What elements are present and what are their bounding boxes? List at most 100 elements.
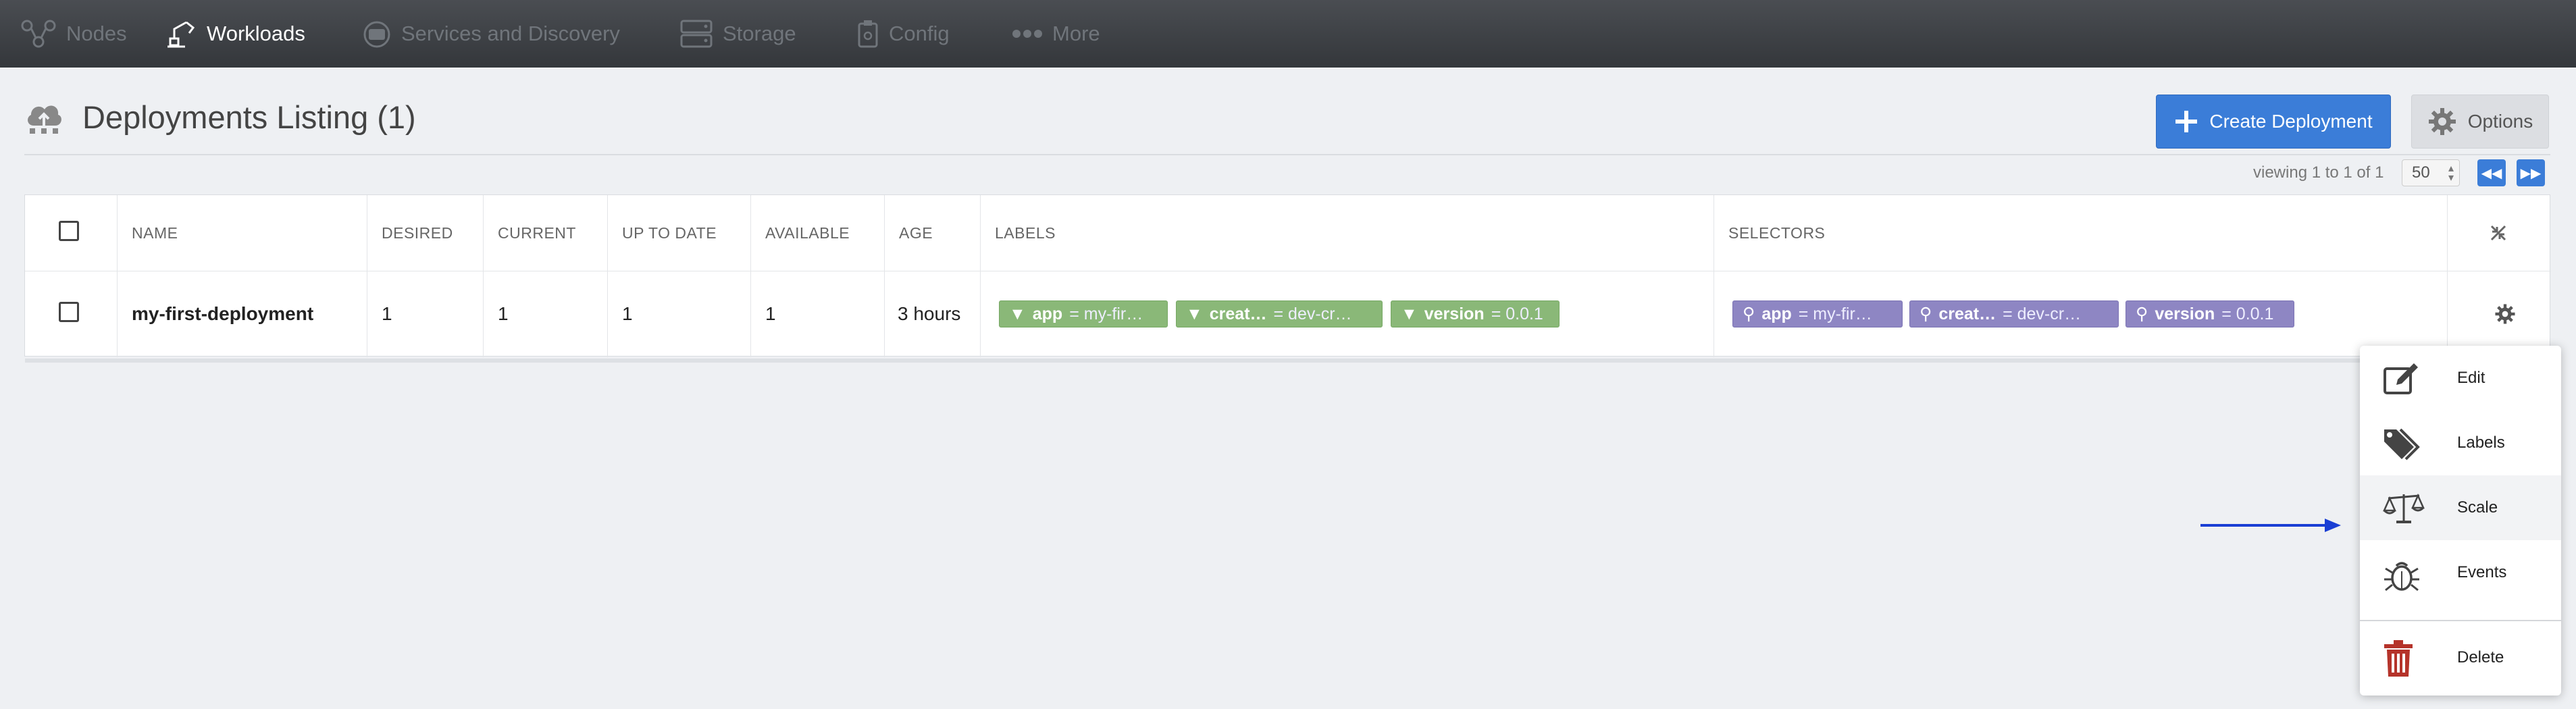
menu-divider: [2360, 620, 2561, 621]
row-actions-gear-icon[interactable]: [2494, 303, 2516, 325]
column-divider: [884, 195, 885, 357]
scale-balance-icon: [2383, 493, 2425, 523]
filter-icon: ▼: [1009, 304, 1026, 323]
deployment-cloud-icon: [28, 105, 61, 134]
menu-label: Delete: [2457, 648, 2504, 666]
cell-up-to-date: 1: [622, 303, 633, 324]
filter-icon: ▼: [1401, 304, 1418, 323]
row-actions-menu: Edit Labels Scale Events Delete: [2360, 346, 2561, 695]
cell-current: 1: [498, 303, 509, 324]
collapse-columns-button[interactable]: [2489, 195, 2508, 271]
storage-icon: [680, 20, 713, 48]
more-icon: [1012, 30, 1042, 38]
cell-available: 1: [765, 303, 776, 324]
table-bottom-edge: [25, 359, 2551, 363]
label-tag[interactable]: ▼ version = 0.0.1: [1391, 300, 1560, 327]
selector-tag[interactable]: ⚲ version = 0.0.1: [2126, 300, 2294, 327]
double-right-icon: ▶▶: [2520, 165, 2542, 181]
tag-value: = my-fir…: [1798, 304, 1872, 323]
filter-icon: ▼: [1186, 304, 1203, 323]
deployment-name-link[interactable]: my-first-deployment: [132, 271, 313, 357]
label-tag[interactable]: ▼ app = my-fir…: [999, 300, 1168, 327]
column-divider: [607, 195, 608, 357]
services-icon: [363, 21, 390, 48]
menu-label: Labels: [2457, 434, 2505, 452]
column-header-labels[interactable]: LABELS: [995, 195, 1056, 271]
menu-item-events[interactable]: Events: [2360, 540, 2561, 605]
nav-item-nodes[interactable]: Nodes: [20, 0, 127, 68]
nav-item-config[interactable]: Config: [856, 0, 950, 68]
per-page-select[interactable]: 50 ▴ ▾: [2402, 159, 2460, 186]
column-header-age[interactable]: AGE: [899, 195, 933, 271]
nav-item-more[interactable]: More: [1012, 0, 1100, 68]
menu-label: Scale: [2457, 498, 2498, 517]
pagination-status: viewing 1 to 1 of 1: [2253, 163, 2384, 182]
column-header-selectors[interactable]: SELECTORS: [1728, 195, 1825, 271]
tag-key: version: [2155, 304, 2215, 323]
nav-label: More: [1052, 22, 1100, 45]
tag-value: = 0.0.1: [2221, 304, 2274, 323]
column-divider: [2447, 195, 2448, 357]
annotation-arrow: [2200, 519, 2341, 532]
workloads-icon: [168, 21, 195, 48]
nav-item-services[interactable]: Services and Discovery: [362, 0, 620, 68]
deployments-table: NAME DESIRED CURRENT UP TO DATE AVAILABL…: [24, 194, 2551, 363]
nodes-icon: [21, 20, 56, 48]
column-divider: [980, 195, 981, 357]
tag-key: creat…: [1209, 304, 1267, 323]
search-icon: ⚲: [1920, 305, 1932, 323]
config-icon: [858, 20, 878, 48]
tag-value: = dev-cr…: [2003, 304, 2082, 323]
column-header-available[interactable]: AVAILABLE: [765, 195, 850, 271]
nav-label: Storage: [723, 22, 796, 45]
menu-item-scale[interactable]: Scale: [2360, 475, 2561, 540]
edit-icon: [2384, 363, 2418, 394]
cell-desired: 1: [382, 303, 392, 324]
per-page-value: 50: [2412, 163, 2430, 182]
top-navigation-bar: Nodes Workloads Services and Discovery S…: [0, 0, 2576, 68]
options-button[interactable]: Options: [2411, 95, 2549, 149]
menu-label: Edit: [2457, 369, 2485, 387]
select-all-checkbox[interactable]: [59, 221, 79, 241]
double-left-icon: ◀◀: [2481, 165, 2502, 181]
page-title: Deployments Listing (1): [82, 99, 416, 135]
plus-icon: [2175, 111, 2198, 132]
nav-item-workloads[interactable]: Workloads: [166, 0, 305, 68]
menu-item-delete[interactable]: Delete: [2360, 625, 2561, 690]
nav-label: Services and Discovery: [401, 22, 620, 45]
row-checkbox[interactable]: [59, 302, 79, 322]
create-deployment-button[interactable]: Create Deployment: [2156, 95, 2391, 149]
tag-key: app: [1761, 304, 1792, 323]
nav-item-storage[interactable]: Storage: [679, 0, 796, 68]
cell-age: 3 hours: [898, 303, 961, 324]
tag-key: version: [1424, 304, 1485, 323]
selector-tag[interactable]: ⚲ creat… = dev-cr…: [1909, 300, 2119, 327]
menu-item-edit[interactable]: Edit: [2360, 346, 2561, 411]
menu-label: Events: [2457, 563, 2507, 581]
compress-icon: [2490, 225, 2506, 241]
column-header-current[interactable]: CURRENT: [498, 195, 576, 271]
search-icon: ⚲: [2136, 305, 2148, 323]
menu-item-labels[interactable]: Labels: [2360, 411, 2561, 475]
column-divider: [750, 195, 751, 357]
tag-value: = dev-cr…: [1273, 304, 1352, 323]
header-divider: [24, 154, 2550, 155]
search-icon: ⚲: [1743, 305, 1755, 323]
trash-icon: [2384, 640, 2413, 677]
create-deployment-label: Create Deployment: [2209, 111, 2373, 132]
select-arrows-icon: ▴ ▾: [2448, 163, 2454, 184]
gear-icon: [2428, 108, 2456, 135]
first-page-button[interactable]: ◀◀: [2477, 159, 2506, 186]
last-page-button[interactable]: ▶▶: [2517, 159, 2545, 186]
column-divider: [483, 195, 484, 357]
tag-key: app: [1032, 304, 1063, 323]
tag-value: = 0.0.1: [1491, 304, 1543, 323]
column-header-up-to-date[interactable]: UP TO DATE: [622, 195, 717, 271]
bug-icon: [2384, 562, 2419, 592]
column-divider: [117, 195, 118, 357]
selector-tag[interactable]: ⚲ app = my-fir…: [1732, 300, 1903, 327]
column-header-name[interactable]: NAME: [132, 195, 178, 271]
label-tag[interactable]: ▼ creat… = dev-cr…: [1176, 300, 1383, 327]
tag-key: creat…: [1938, 304, 1997, 323]
column-header-desired[interactable]: DESIRED: [382, 195, 453, 271]
